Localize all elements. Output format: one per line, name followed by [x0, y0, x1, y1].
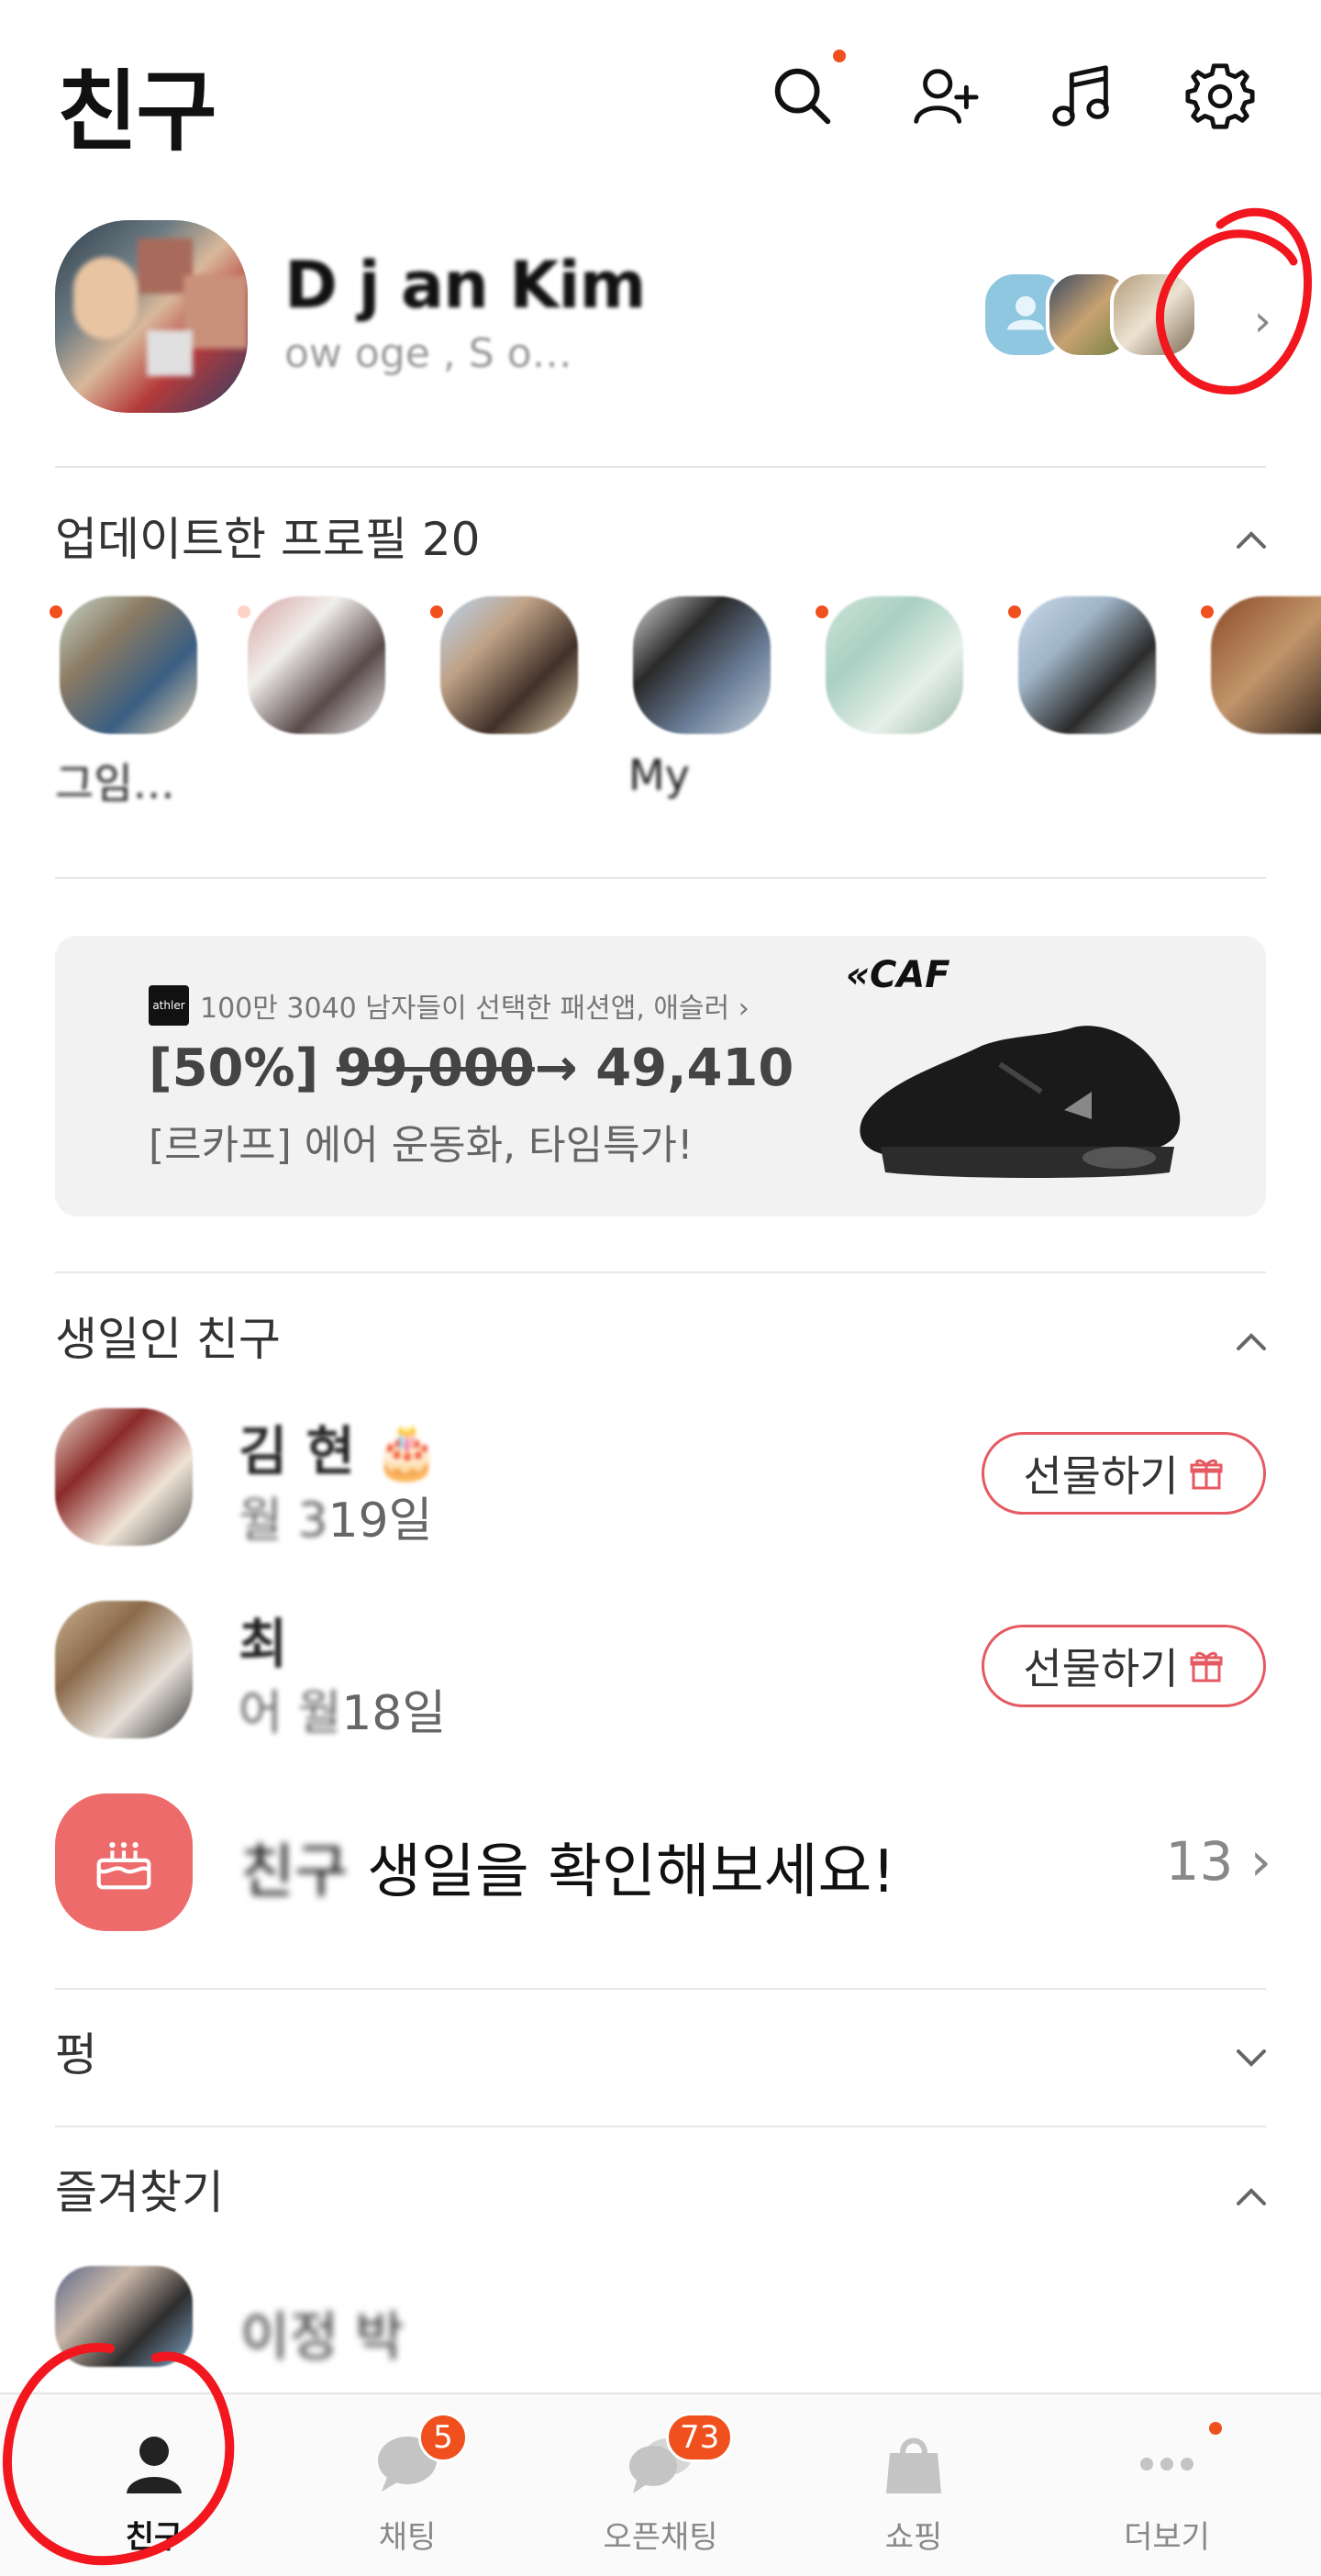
ad-banner[interactable]: athler 100만 3040 남자들이 선택한 패션앱, 애슬러 › [50… — [55, 936, 1266, 1216]
chevron-up-icon[interactable] — [1233, 2178, 1270, 2215]
nav-shopping[interactable]: 쇼핑 — [782, 2394, 1046, 2576]
chevron-right-icon[interactable]: › — [1254, 295, 1271, 347]
profile-update-item[interactable]: My — [628, 596, 775, 800]
profile-update-item[interactable] — [238, 596, 390, 750]
page-title: 친구 — [57, 61, 217, 163]
friend-avatar[interactable] — [55, 2266, 193, 2367]
nav-label: 오픈채팅 — [603, 2519, 718, 2556]
profile-name: 그임… — [55, 759, 175, 808]
nav-label: 더보기 — [1124, 2519, 1210, 2556]
settings-icon[interactable] — [1179, 55, 1261, 138]
friend-name: 김 현 🎂 — [239, 1420, 440, 1482]
search-icon[interactable] — [761, 50, 846, 138]
nav-friends[interactable]: 친구 — [22, 2394, 286, 2576]
chevron-down-icon[interactable] — [1233, 2038, 1270, 2075]
nav-label: 친구 — [125, 2519, 183, 2556]
profile-update-item[interactable] — [430, 596, 583, 750]
favorites-title: 즐겨찾기 — [55, 2166, 224, 2219]
music-icon[interactable] — [1041, 55, 1124, 138]
birthday-more-text: 친구 생일을 확인해보세요! — [240, 1838, 896, 1906]
gift-button[interactable]: 선물하기 — [982, 1432, 1266, 1515]
friend-name: 이정 박 — [240, 2305, 405, 2368]
divider — [55, 1988, 1266, 1990]
profile-thumbnail — [440, 596, 578, 734]
birthday-friend-row[interactable]: 최 어 월18일 선물하기 — [0, 1582, 1321, 1748]
chevron-up-icon[interactable] — [1233, 521, 1270, 558]
profile-thumbnail — [633, 596, 771, 734]
profile-thumbnail — [60, 596, 197, 734]
divider — [55, 466, 1266, 468]
profile-update-item[interactable] — [1201, 596, 1321, 750]
bottom-nav: 친구 5 채팅 73 오픈채팅 쇼핑 더보기 — [0, 2393, 1321, 2576]
new-dot — [816, 605, 828, 618]
person-icon — [127, 2437, 182, 2493]
birthday-friend-row[interactable]: 김 현 🎂 월 319일 선물하기 — [0, 1390, 1321, 1555]
notification-dot — [833, 50, 846, 62]
new-dot — [238, 605, 250, 618]
birthday-date: 월 319일 — [239, 1493, 433, 1549]
ad-sponsor: 100만 3040 남자들이 선택한 패션앱, 애슬러 › — [200, 993, 749, 1025]
profile-thumbnail — [1211, 596, 1321, 734]
new-dot — [50, 605, 62, 618]
birthday-more-row[interactable]: 친구 생일을 확인해보세요! 13 › — [0, 1793, 1321, 1959]
profile-update-item[interactable] — [1008, 596, 1160, 750]
ad-headline: [50%] 99,000→ 49,410 — [149, 1038, 794, 1098]
divider — [55, 1271, 1266, 1273]
ad-new-price: → 49,410 — [534, 1038, 794, 1098]
cake-icon — [55, 1793, 193, 1931]
friend-mini-avatar — [1110, 271, 1198, 359]
divider — [55, 2126, 1266, 2127]
ad-discount: [50%] — [149, 1038, 319, 1098]
cake-icon: 🎂 — [373, 1420, 440, 1482]
gift-button[interactable]: 선물하기 — [982, 1625, 1266, 1707]
chevron-up-icon[interactable] — [1233, 1323, 1270, 1360]
ad-old-price: 99,000 — [336, 1038, 535, 1098]
new-dot — [430, 605, 443, 618]
notification-dot — [1209, 2422, 1222, 2435]
my-status-message: ow oge , S o… — [284, 330, 572, 377]
profile-thumbnail — [248, 596, 385, 734]
profile-stack[interactable] — [982, 271, 1220, 362]
my-profile-row[interactable]: D j an Kim ow oge , S o… › — [0, 211, 1321, 422]
nav-chat[interactable]: 5 채팅 — [275, 2394, 539, 2576]
shoe-image — [860, 1026, 1181, 1178]
birthday-title: 생일인 친구 — [55, 1313, 281, 1366]
add-friend-icon[interactable] — [904, 55, 986, 138]
gift-icon — [1190, 1459, 1223, 1490]
updated-profiles-list: 그임… My — [0, 596, 1321, 835]
my-name: D j an Kim — [284, 248, 646, 323]
friend-avatar[interactable] — [55, 1601, 193, 1738]
profile-name: My — [628, 750, 690, 800]
ad-subtitle: [르카프] 에어 운동화, 타임특가! — [149, 1122, 694, 1169]
favorite-friend-row[interactable]: 이정 박 — [0, 2266, 1321, 2376]
friend-name: 최 — [239, 1613, 288, 1675]
athler-logo: athler — [149, 985, 189, 1026]
shopping-bag-icon — [886, 2437, 941, 2493]
nav-label: 채팅 — [378, 2519, 437, 2556]
profile-thumbnail — [826, 596, 963, 734]
birthday-count: 13 › — [1165, 1830, 1271, 1893]
more-dots-icon — [1140, 2458, 1193, 2471]
new-dot — [1201, 605, 1214, 618]
unread-badge: 73 — [666, 2413, 734, 2462]
my-avatar[interactable] — [55, 220, 248, 413]
profile-thumbnail — [1018, 596, 1156, 734]
lecaf-logo: «CAF — [846, 954, 950, 996]
nav-label: 쇼핑 — [884, 2519, 943, 2556]
new-dot — [1008, 605, 1021, 618]
profile-update-item[interactable]: 그임… — [50, 596, 202, 811]
pung-title: 펑 — [55, 2028, 97, 2082]
nav-open-chat[interactable]: 73 오픈채팅 — [528, 2394, 793, 2576]
updated-profiles-title: 업데이트한 프로필 20 — [55, 513, 481, 566]
header: 친구 — [0, 0, 1321, 193]
divider — [55, 877, 1266, 879]
unread-badge: 5 — [418, 2413, 468, 2462]
profile-update-item[interactable] — [816, 596, 968, 750]
friend-avatar[interactable] — [55, 1408, 193, 1546]
birthday-date: 어 월18일 — [239, 1686, 447, 1741]
nav-more[interactable]: 더보기 — [1035, 2394, 1299, 2576]
gift-icon — [1190, 1651, 1223, 1682]
